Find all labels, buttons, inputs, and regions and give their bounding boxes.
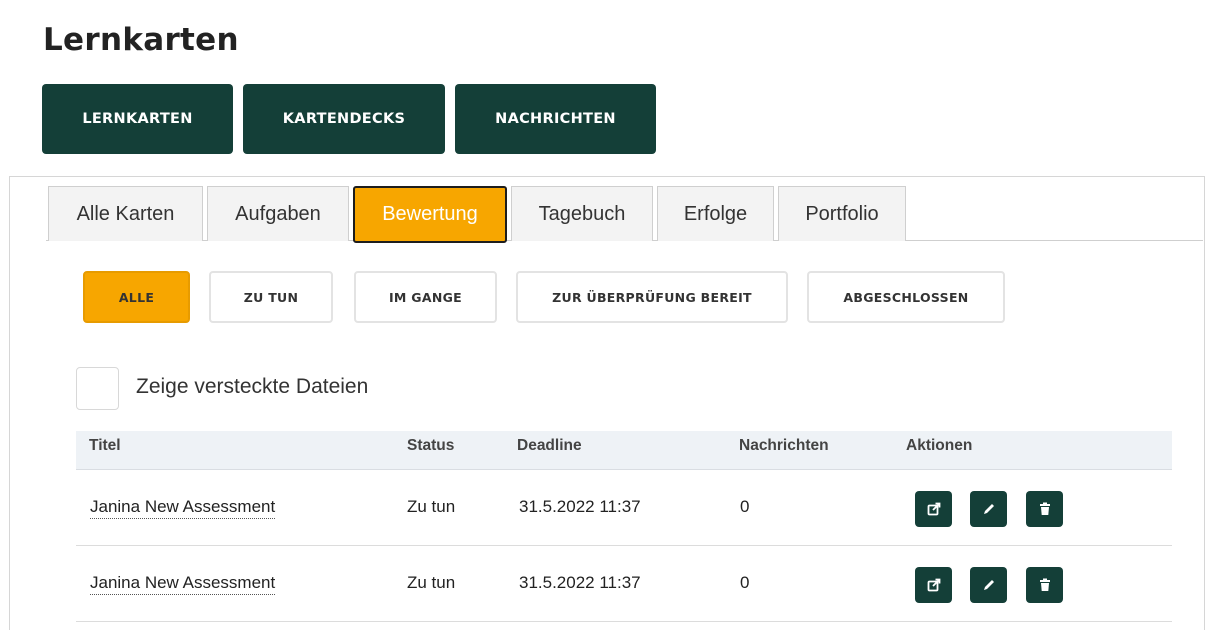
- tab-portfolio[interactable]: Portfolio: [778, 186, 906, 241]
- row-status: Zu tun: [407, 497, 456, 516]
- row-deadline: 31.5.2022 11:37: [519, 497, 641, 516]
- nav-lernkarten-button[interactable]: LERNKARTEN: [42, 84, 233, 154]
- filter-alle-button[interactable]: ALLE: [83, 271, 190, 323]
- table-header: Titel Status Deadline Nachrichten Aktion…: [76, 431, 1172, 470]
- tab-aufgaben[interactable]: Aufgaben: [207, 186, 349, 241]
- main-nav: LERNKARTEN KARTENDECKS NACHRICHTEN: [42, 84, 656, 154]
- column-header-status[interactable]: Status: [407, 437, 454, 455]
- tab-tagebuch[interactable]: Tagebuch: [511, 186, 653, 241]
- external-link-icon: [927, 578, 940, 592]
- show-hidden-files-checkbox[interactable]: [76, 367, 119, 410]
- row-deadline: 31.5.2022 11:37: [519, 573, 641, 592]
- filter-abgeschlossen-button[interactable]: ABGESCHLOSSEN: [807, 271, 1005, 323]
- column-header-titel[interactable]: Titel: [89, 437, 121, 455]
- column-header-aktionen: Aktionen: [906, 437, 973, 454]
- filter-zur-ueberpruefung-bereit-button[interactable]: ZUR ÜBERPRÜFUNG BEREIT: [516, 271, 788, 323]
- column-header-nachrichten[interactable]: Nachrichten: [739, 437, 829, 455]
- pencil-icon: [983, 580, 994, 590]
- tab-alle-karten[interactable]: Alle Karten: [48, 186, 203, 241]
- tab-erfolge[interactable]: Erfolge: [657, 186, 774, 241]
- trash-icon: [1039, 578, 1050, 591]
- tab-bar: Alle Karten Aufgaben Bewertung Tagebuch …: [48, 186, 906, 243]
- nav-kartendecks-button[interactable]: KARTENDECKS: [243, 84, 445, 154]
- page-title: Lernkarten: [43, 22, 239, 58]
- edit-button[interactable]: [970, 567, 1007, 603]
- row-message-count: 0: [740, 573, 750, 592]
- trash-icon: [1039, 502, 1050, 515]
- row-message-count: 0: [740, 497, 750, 516]
- table-row: Janina New Assessment Zu tun 31.5.2022 1…: [76, 546, 1172, 622]
- external-link-icon: [927, 502, 940, 516]
- show-hidden-files-label: Zeige versteckte Dateien: [136, 375, 369, 398]
- nav-nachrichten-button[interactable]: NACHRICHTEN: [455, 84, 656, 154]
- open-external-button[interactable]: [915, 567, 952, 603]
- pencil-icon: [983, 504, 994, 514]
- delete-button[interactable]: [1026, 491, 1063, 527]
- table-row: Janina New Assessment Zu tun 31.5.2022 1…: [76, 470, 1172, 546]
- filter-im-gange-button[interactable]: IM GANGE: [354, 271, 497, 323]
- row-status: Zu tun: [407, 573, 456, 592]
- row-title-link[interactable]: Janina New Assessment: [90, 497, 276, 519]
- tab-bewertung[interactable]: Bewertung: [353, 186, 507, 243]
- edit-button[interactable]: [970, 491, 1007, 527]
- open-external-button[interactable]: [915, 491, 952, 527]
- column-header-deadline[interactable]: Deadline: [517, 437, 582, 455]
- delete-button[interactable]: [1026, 567, 1063, 603]
- row-title-link[interactable]: Janina New Assessment: [90, 573, 276, 595]
- filter-zu-tun-button[interactable]: ZU TUN: [209, 271, 333, 323]
